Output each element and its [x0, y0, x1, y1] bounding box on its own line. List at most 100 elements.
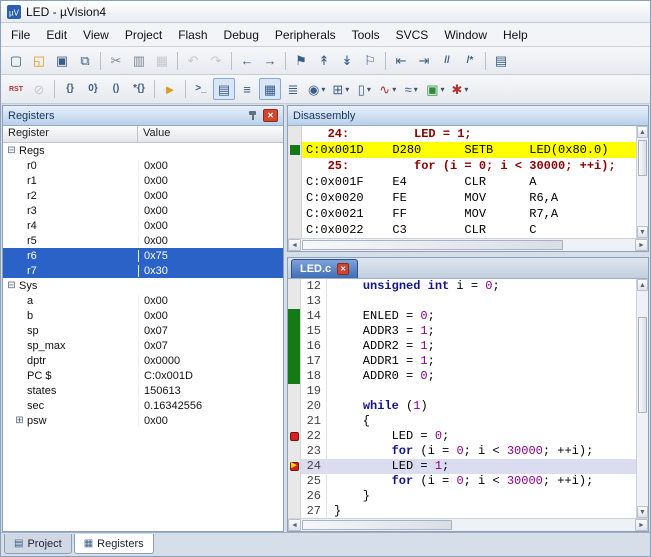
system-viewer-button[interactable]: ▣▾	[423, 78, 447, 100]
code-line[interactable]: 26 }	[288, 489, 636, 504]
show-next-statement-button[interactable]: ►	[159, 78, 181, 100]
register-row-r2[interactable]: r20x00	[3, 188, 283, 203]
toolbox-button[interactable]: ✱▾	[449, 78, 472, 100]
bookmark-next-button[interactable]: ↡	[336, 50, 358, 72]
editor-hscroll-track[interactable]	[301, 519, 635, 531]
trace-window-button[interactable]: ≈▾	[400, 78, 422, 100]
value-column-header[interactable]: Value	[138, 126, 283, 142]
register-row-psw[interactable]: ⊞psw0x00	[3, 413, 283, 428]
code-line[interactable]: 20 while (1)	[288, 399, 636, 414]
collapse-icon[interactable]: ⊟	[6, 146, 17, 156]
command-window-button[interactable]: >_	[190, 78, 212, 100]
dropdown-arrow-icon[interactable]: ▾	[464, 85, 468, 94]
code-line[interactable]: 17 ADDR1 = 1;	[288, 354, 636, 369]
configure-editor-button[interactable]: ▤	[490, 50, 512, 72]
menu-item-project[interactable]: Project	[117, 25, 170, 45]
register-row-r1[interactable]: r10x00	[3, 173, 283, 188]
dropdown-arrow-icon[interactable]: ▾	[367, 85, 371, 94]
code-line[interactable]: 16 ADDR2 = 1;	[288, 339, 636, 354]
register-row-r7[interactable]: r70x30	[3, 263, 283, 278]
disassembly-line[interactable]: C:0x001F E4 CLR A	[288, 174, 636, 190]
register-row-a[interactable]: a0x00	[3, 293, 283, 308]
disassembly-line[interactable]: 25: for (i = 0; i < 30000; ++i);	[288, 158, 636, 174]
register-row-sp-max[interactable]: sp_max0x07	[3, 338, 283, 353]
project-tab[interactable]: ▤Project	[4, 534, 72, 554]
bookmark-prev-button[interactable]: ↟	[313, 50, 335, 72]
step-over-button[interactable]: 0}	[82, 78, 104, 100]
editor-hscroll-thumb[interactable]	[302, 520, 452, 530]
tab-close-button[interactable]: ✕	[337, 263, 349, 275]
menu-item-window[interactable]: Window	[436, 25, 495, 45]
register-row-dptr[interactable]: dptr0x0000	[3, 353, 283, 368]
memory-window-button[interactable]: ⊞▾	[329, 78, 352, 100]
registers-close-button[interactable]: ✕	[263, 109, 278, 122]
editor-vertical-scrollbar[interactable]: ▲ ▼	[636, 279, 648, 518]
register-row-sp[interactable]: sp0x07	[3, 323, 283, 338]
editor-vscroll-track[interactable]	[637, 291, 648, 506]
scroll-left-arrow-icon[interactable]: ◄	[288, 239, 301, 251]
redo-button[interactable]: ↷	[205, 50, 227, 72]
disassembly-vscroll-track[interactable]	[637, 138, 648, 226]
halt-button[interactable]: ⊘	[28, 78, 50, 100]
menu-item-svcs[interactable]: SVCS	[388, 25, 437, 45]
register-column-header[interactable]: Register	[3, 126, 138, 142]
register-row-r0[interactable]: r00x00	[3, 158, 283, 173]
serial-window-button[interactable]: ▯▾	[353, 78, 375, 100]
register-group-sys[interactable]: ⊟Sys	[3, 278, 283, 293]
undo-button[interactable]: ↶	[182, 50, 204, 72]
copy-button[interactable]: ▥	[128, 50, 150, 72]
code-line[interactable]: ►24 LED = 1;	[288, 459, 636, 474]
reset-button[interactable]: RST	[5, 78, 27, 100]
disassembly-line[interactable]: C:0x0022 C3 CLR C	[288, 222, 636, 238]
scroll-down-arrow-icon[interactable]: ▼	[637, 506, 648, 518]
run-to-line-button[interactable]: *{}	[128, 78, 150, 100]
editor-vscroll-thumb[interactable]	[638, 317, 647, 413]
watch-window-button[interactable]: ◉▾	[305, 78, 328, 100]
save-all-button[interactable]: ⧉	[74, 50, 96, 72]
registers-tab[interactable]: ▦Registers	[74, 534, 154, 554]
disassembly-horizontal-scrollbar[interactable]: ◄ ►	[288, 238, 648, 251]
call-stack-window-button[interactable]: ≣	[282, 78, 304, 100]
save-button[interactable]: ▣	[51, 50, 73, 72]
breakpoint-icon[interactable]	[290, 432, 299, 441]
disassembly-vertical-scrollbar[interactable]: ▲ ▼	[636, 126, 648, 238]
dropdown-arrow-icon[interactable]: ▾	[392, 85, 396, 94]
menu-item-tools[interactable]: Tools	[344, 25, 388, 45]
step-into-button[interactable]: {}	[59, 78, 81, 100]
register-row-r5[interactable]: r50x00	[3, 233, 283, 248]
code-line[interactable]: 21 {	[288, 414, 636, 429]
navigate-forward-button[interactable]: →	[259, 50, 281, 72]
disassembly-hscroll-track[interactable]	[301, 239, 635, 251]
code-line[interactable]: 12 unsigned int i = 0;	[288, 279, 636, 294]
editor-horizontal-scrollbar[interactable]: ◄ ►	[288, 518, 648, 531]
menu-item-help[interactable]: Help	[495, 25, 536, 45]
menu-item-peripherals[interactable]: Peripherals	[267, 25, 344, 45]
navigate-back-button[interactable]: ←	[236, 50, 258, 72]
code-line[interactable]: 14 ENLED = 0;	[288, 309, 636, 324]
disassembly-hscroll-thumb[interactable]	[302, 240, 563, 250]
scroll-left-arrow-icon[interactable]: ◄	[288, 519, 301, 531]
scroll-down-arrow-icon[interactable]: ▼	[637, 226, 648, 238]
indent-right-button[interactable]: ⇥	[413, 50, 435, 72]
disassembly-window-button[interactable]: ▤	[213, 78, 235, 100]
register-row-b[interactable]: b0x00	[3, 308, 283, 323]
step-out-button[interactable]: ()	[105, 78, 127, 100]
code-line[interactable]: 19	[288, 384, 636, 399]
expand-icon[interactable]: ⊞	[14, 416, 25, 426]
register-group-regs[interactable]: ⊟Regs	[3, 143, 283, 158]
menu-item-edit[interactable]: Edit	[38, 25, 75, 45]
tab-led-c[interactable]: LED.c ✕	[291, 259, 358, 278]
code-line[interactable]: 13	[288, 294, 636, 309]
code-line[interactable]: 25 for (i = 0; i < 30000; ++i);	[288, 474, 636, 489]
disassembly-line[interactable]: C:0x0021 FF MOV R7,A	[288, 206, 636, 222]
uncomment-button[interactable]: /*	[459, 50, 481, 72]
analysis-window-button[interactable]: ∿▾	[376, 78, 399, 100]
menu-item-flash[interactable]: Flash	[170, 25, 215, 45]
register-row-states[interactable]: states150613	[3, 383, 283, 398]
code-line[interactable]: 15 ADDR3 = 1;	[288, 324, 636, 339]
code-line[interactable]: 27}	[288, 504, 636, 518]
register-row-r4[interactable]: r40x00	[3, 218, 283, 233]
cut-button[interactable]: ✂	[105, 50, 127, 72]
scroll-up-arrow-icon[interactable]: ▲	[637, 126, 648, 138]
code-line[interactable]: 23 for (i = 0; i < 30000; ++i);	[288, 444, 636, 459]
